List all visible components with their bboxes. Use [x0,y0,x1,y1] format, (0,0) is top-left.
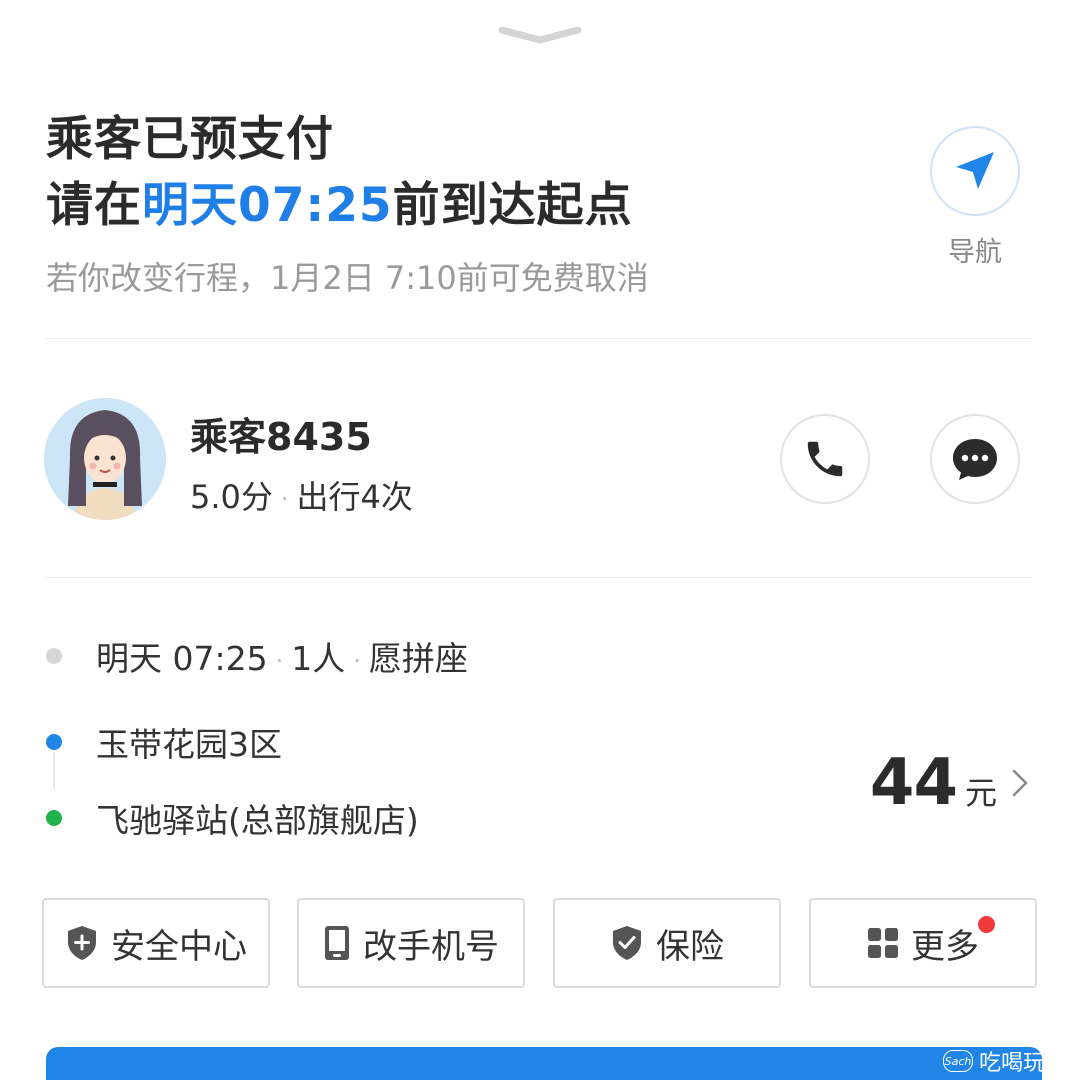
chevron-right-icon [1012,769,1028,797]
passenger-trip-count: 出行4次 [296,478,413,516]
start-point-dot [46,734,62,750]
navigation-button[interactable] [930,126,1020,216]
start-location: 玉带花园3区 [96,725,282,764]
watermark: Sach 吃喝玩乐 [942,1046,1067,1076]
passenger-name: 乘客8435 [190,415,372,459]
trip-time-row: 明天 07:25 · 1人 · 愿拼座 [46,632,468,680]
navigation-label[interactable]: 导航 [930,230,1020,269]
change-phone-label: 改手机号 [363,926,499,967]
navigation-arrow-icon [956,152,994,189]
phone-icon [323,924,351,962]
separator-dot: · [275,646,284,675]
shield-plus-icon [65,924,99,962]
trip-details: 明天 07:25 · 1人 · 愿拼座 [96,632,468,680]
more-label: 更多 [911,926,979,967]
arrival-instruction: 请在明天07:25前到达起点 [46,166,633,235]
divider [46,577,1031,578]
call-button[interactable] [780,414,870,504]
primary-action-bar[interactable] [46,1047,1042,1080]
cancellation-notice: 若你改变行程，1月2日 7:10前可免费取消 [46,259,649,297]
departure-time: 明天 07:25 [96,639,268,678]
insurance-label: 保险 [656,926,724,967]
more-button[interactable]: 更多 [809,898,1037,988]
safety-center-button[interactable]: 安全中心 [42,898,270,988]
watermark-text: 吃喝玩乐 [978,1051,1067,1076]
trip-start-row[interactable]: 玉带花园3区 [46,718,282,766]
passenger-stats: 5.0分 · 出行4次 [190,472,413,518]
divider [46,338,1031,339]
passenger-rating: 5.0分 [190,478,273,516]
separator-dot: · [280,485,289,513]
notification-badge [978,916,995,933]
arrival-deadline: 明天07:25 [142,178,393,233]
price-amount: 44 [869,746,958,820]
instruction-suffix: 前到达起点 [392,178,633,233]
price-link[interactable]: 44 元 [870,746,1029,820]
grid-icon [867,927,899,959]
price-unit: 元 [964,774,997,812]
carpool-status: 愿拼座 [368,639,468,678]
collapse-handle-icon[interactable] [498,24,582,46]
passenger-count: 1人 [291,639,346,678]
phone-call-icon [807,441,843,477]
route-connector [53,752,55,790]
end-location: 飞驰驿站(总部旗舰店) [96,801,419,840]
separator-dot: · [353,646,361,675]
instruction-prefix: 请在 [46,178,142,233]
watermark-badge: Sach [942,1050,973,1072]
safety-center-label: 安全中心 [111,926,247,967]
page-title: 乘客已预支付 [46,112,334,167]
message-button[interactable] [930,414,1020,504]
change-phone-button[interactable]: 改手机号 [297,898,525,988]
end-point-dot [46,810,62,826]
insurance-button[interactable]: 保险 [553,898,781,988]
shield-check-icon [610,924,644,962]
chat-bubble-icon [953,439,997,480]
avatar-illustration [44,398,166,520]
avatar[interactable] [44,398,166,520]
trip-end-row[interactable]: 飞驰驿站(总部旗舰店) [46,794,419,842]
time-dot [46,648,62,664]
